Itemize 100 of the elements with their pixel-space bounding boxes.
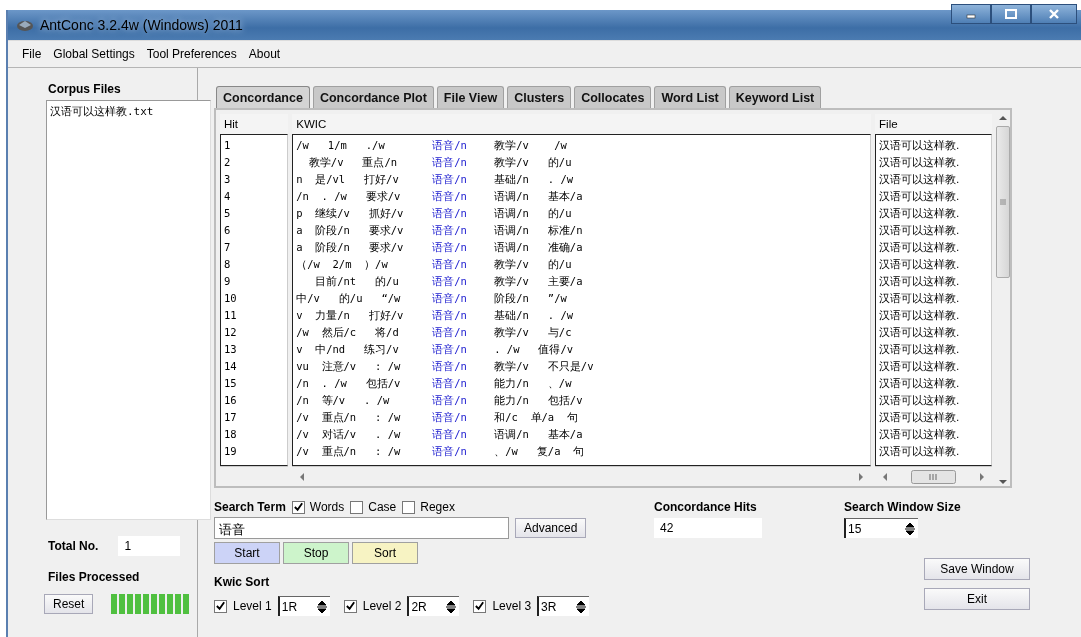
hits-field: 42 [654, 518, 762, 538]
search-term-hit: 语音/n [432, 427, 468, 442]
maximize-button[interactable] [991, 4, 1031, 24]
table-cell-text: 汉语可以这样教. [879, 359, 961, 374]
right-context: 能力/n 、/w [494, 376, 572, 391]
action-button[interactable]: Save Window [924, 558, 1030, 580]
table-cell-text: 11 [224, 308, 238, 323]
action-button[interactable]: Sort [352, 542, 418, 564]
scroll-left-icon [881, 471, 890, 482]
left-context: v 中/nd 练习/v [296, 342, 400, 357]
table-cell-text: 8 [224, 257, 232, 272]
field-label: Search Window Size [844, 500, 962, 514]
spinner-arrows-icon [315, 599, 328, 614]
close-button[interactable] [1031, 4, 1077, 24]
sort-level-spinner[interactable]: 2R [407, 596, 460, 616]
tab[interactable]: Concordance Plot [312, 86, 434, 108]
table-cell-text: 7 [224, 240, 232, 255]
checkbox-label: Level 2 [362, 599, 402, 613]
advanced-button[interactable]: Advanced [515, 518, 587, 538]
check-icon [474, 600, 486, 612]
tab[interactable]: Word List [654, 86, 726, 108]
table-cell-text: 14 [224, 359, 238, 374]
search-term-hit: 语音/n [432, 342, 468, 357]
table-cell-text: 4 [224, 189, 232, 204]
field-label: Files Processed [48, 570, 141, 584]
right-context: 教学/v 主要/a [494, 274, 583, 289]
search-term-hit: 语音/n [432, 155, 468, 170]
search-term-hit: 语音/n [432, 223, 468, 238]
search-term-hit: 语音/n [432, 444, 468, 459]
table-cell-text: 5 [224, 206, 232, 221]
left-context: a 阶段/n 要求/v [296, 223, 405, 238]
table-cell-text: 3 [224, 172, 232, 187]
left-context: 目前/nt 的/u [314, 274, 400, 289]
left-context: 中/v 的/u “/w [296, 291, 402, 306]
left-context: /n . /w 要求/v [296, 189, 402, 204]
menu-item[interactable]: About [246, 46, 283, 62]
file-list-item[interactable]: 汉语可以这样教.txt [50, 104, 154, 119]
section-heading: Kwic Sort [214, 575, 271, 589]
table-cell-text: 10 [224, 291, 238, 306]
window-size-spinner[interactable]: 15 [844, 518, 918, 538]
checkbox[interactable] [402, 500, 416, 514]
table-cell-text: 汉语可以这样教. [879, 410, 961, 425]
right-context: 教学/v 的/u [494, 155, 572, 170]
table-cell-text: 汉语可以这样教. [879, 342, 961, 357]
search-term-hit: 语音/n [432, 393, 468, 408]
checkbox[interactable] [350, 500, 364, 514]
column-header[interactable]: File [875, 114, 992, 134]
menu-item[interactable]: Tool Preferences [144, 46, 239, 62]
search-field[interactable]: 语音 [214, 517, 509, 539]
tab[interactable]: Clusters [507, 86, 572, 108]
left-context: /w 然后/c 将/d [296, 325, 400, 340]
menu-item[interactable]: File [20, 46, 44, 62]
search-term-hit: 语音/n [432, 410, 468, 425]
reset-button[interactable]: Reset [44, 594, 94, 614]
table-cell-text: 18 [224, 427, 238, 442]
table-cell-text: 13 [224, 342, 238, 357]
right-context: . /w 值得/v [494, 342, 574, 357]
search-term-hit: 语音/n [432, 274, 468, 289]
spinner-arrows-icon [445, 599, 458, 614]
checkbox[interactable] [214, 599, 227, 613]
column-header[interactable]: KWIC [292, 114, 872, 134]
sort-level-spinner[interactable]: 1R [277, 596, 330, 616]
tab[interactable]: File View [436, 86, 505, 108]
table-cell-text: 1 [224, 138, 232, 153]
checkbox[interactable] [343, 599, 357, 613]
check-icon [215, 600, 226, 612]
table-cell-text: 17 [224, 410, 238, 425]
action-button[interactable]: Start [214, 542, 280, 564]
table-cell-text: 汉语可以这样教. [879, 376, 961, 391]
checkbox[interactable] [291, 500, 305, 514]
table-cell-text: 汉语可以这样教. [879, 308, 961, 323]
action-button[interactable]: Stop [283, 542, 349, 564]
checkbox[interactable] [473, 599, 487, 613]
tab[interactable]: Concordance [216, 86, 310, 108]
checkbox-label: Regex [420, 500, 455, 514]
field-label: Total No. [48, 539, 99, 553]
scroll-left-icon [298, 471, 307, 482]
tab[interactable]: Keyword List [728, 86, 822, 108]
tab[interactable]: Collocates [574, 86, 652, 108]
count-field: 1 [118, 536, 181, 556]
right-context: 教学/v 与/c [494, 325, 572, 340]
search-term-hit: 语音/n [432, 291, 468, 306]
minimize-button[interactable] [951, 4, 991, 24]
left-context: v 力量/n 打好/v [296, 308, 405, 323]
sort-level-spinner[interactable]: 3R [537, 596, 590, 616]
left-context: /v 对话/v . /w [296, 427, 402, 442]
search-term-hit: 语音/n [432, 138, 468, 153]
action-button[interactable]: Exit [924, 588, 1030, 610]
column-header[interactable]: Hit [220, 114, 289, 134]
menu-item[interactable]: Global Settings [51, 46, 137, 62]
search-term-hit: 语音/n [432, 240, 468, 255]
table-cell-text: 汉语可以这样教. [879, 291, 961, 306]
spinner-arrows-icon [904, 521, 916, 536]
right-context: 和/c 单/a 句 [494, 410, 578, 425]
right-context: 基础/n . /w [494, 172, 574, 187]
right-context: 语调/n 基本/a [494, 189, 583, 204]
maximize-icon [1004, 8, 1018, 20]
grip-icon [998, 199, 1008, 205]
right-context: 教学/v /w [494, 138, 567, 153]
left-context: /w 1/m ./w [296, 138, 386, 153]
